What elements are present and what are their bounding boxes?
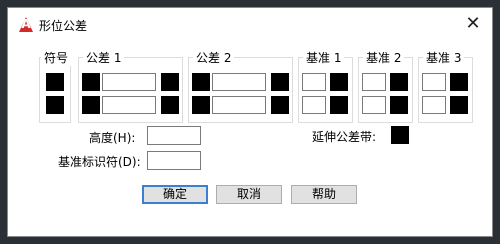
projected-tolerance-zone-button[interactable] bbox=[391, 126, 409, 144]
projected-tolerance-zone-label: 延伸公差带: bbox=[312, 130, 377, 144]
tolerance-2-value-input-1[interactable] bbox=[212, 73, 266, 91]
datum-2-input-1[interactable] bbox=[362, 73, 386, 91]
autocad-a-icon: A bbox=[19, 17, 33, 32]
group-datum-2-label: 基准 2 bbox=[363, 49, 405, 66]
datum-2-material-button-1[interactable] bbox=[390, 73, 408, 91]
datum-3-material-button-1[interactable] bbox=[450, 73, 468, 91]
help-button[interactable]: 帮助 bbox=[291, 185, 357, 204]
tolerance-1-value-input-1[interactable] bbox=[102, 73, 156, 91]
symbol-button-1[interactable] bbox=[46, 73, 64, 91]
datum-1-input-2[interactable] bbox=[302, 96, 326, 114]
datum-1-material-button-2[interactable] bbox=[330, 96, 348, 114]
group-datum-3: 基准 3 bbox=[418, 49, 473, 123]
datum-1-material-button-1[interactable] bbox=[330, 73, 348, 91]
group-symbol-label: 符号 bbox=[41, 49, 72, 66]
group-tolerance-2: 公差 2 bbox=[188, 49, 293, 123]
tolerance-2-material-button-2[interactable] bbox=[271, 96, 289, 114]
tolerance-2-value-input-2[interactable] bbox=[212, 96, 266, 114]
close-icon[interactable]: ✕ bbox=[464, 15, 482, 33]
window-title: 形位公差 bbox=[39, 19, 88, 33]
datum-3-material-button-2[interactable] bbox=[450, 96, 468, 114]
datum-identifier-input[interactable] bbox=[147, 151, 201, 170]
datum-3-input-1[interactable] bbox=[422, 73, 446, 91]
tolerance-1-material-button-2[interactable] bbox=[161, 96, 179, 114]
group-tolerance-1: 公差 1 bbox=[78, 49, 183, 123]
datum-2-input-2[interactable] bbox=[362, 96, 386, 114]
title-bar: A 形位公差 ✕ bbox=[8, 8, 492, 42]
tolerance-1-material-button-1[interactable] bbox=[161, 73, 179, 91]
group-tolerance-2-label: 公差 2 bbox=[193, 49, 235, 66]
datum-3-input-2[interactable] bbox=[422, 96, 446, 114]
symbol-button-2[interactable] bbox=[46, 96, 64, 114]
group-tolerance-1-label: 公差 1 bbox=[83, 49, 125, 66]
tolerance-2-diameter-button-1[interactable] bbox=[192, 73, 210, 91]
tolerance-1-diameter-button-2[interactable] bbox=[82, 96, 100, 114]
tolerance-2-material-button-1[interactable] bbox=[271, 73, 289, 91]
height-input[interactable] bbox=[147, 126, 201, 145]
datum-2-material-button-2[interactable] bbox=[390, 96, 408, 114]
tolerance-2-diameter-button-2[interactable] bbox=[192, 96, 210, 114]
group-symbol: 符号 bbox=[39, 49, 72, 123]
group-datum-1-label: 基准 1 bbox=[303, 49, 345, 66]
datum-identifier-label: 基准标识符(D): bbox=[58, 155, 141, 169]
ok-button[interactable]: 确定 bbox=[142, 185, 208, 204]
cancel-button[interactable]: 取消 bbox=[216, 185, 282, 204]
tolerance-1-value-input-2[interactable] bbox=[102, 96, 156, 114]
height-label: 高度(H): bbox=[89, 131, 136, 145]
group-datum-3-label: 基准 3 bbox=[423, 49, 465, 66]
geometric-tolerance-dialog: A 形位公差 ✕ 符号 公差 1 公差 2 基准 1 基准 2 基准 3 高度(… bbox=[7, 7, 493, 237]
datum-1-input-1[interactable] bbox=[302, 73, 326, 91]
tolerance-1-diameter-button-1[interactable] bbox=[82, 73, 100, 91]
group-datum-2: 基准 2 bbox=[358, 49, 413, 123]
group-datum-1: 基准 1 bbox=[298, 49, 353, 123]
